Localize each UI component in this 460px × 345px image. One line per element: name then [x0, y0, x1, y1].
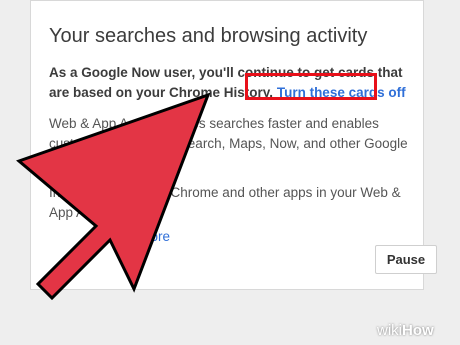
watermark-how: How [402, 322, 434, 339]
big-red-arrow-icon [16, 92, 211, 301]
wikihow-watermark: wikiHow [377, 322, 434, 339]
watermark-wiki: wiki [377, 322, 402, 339]
